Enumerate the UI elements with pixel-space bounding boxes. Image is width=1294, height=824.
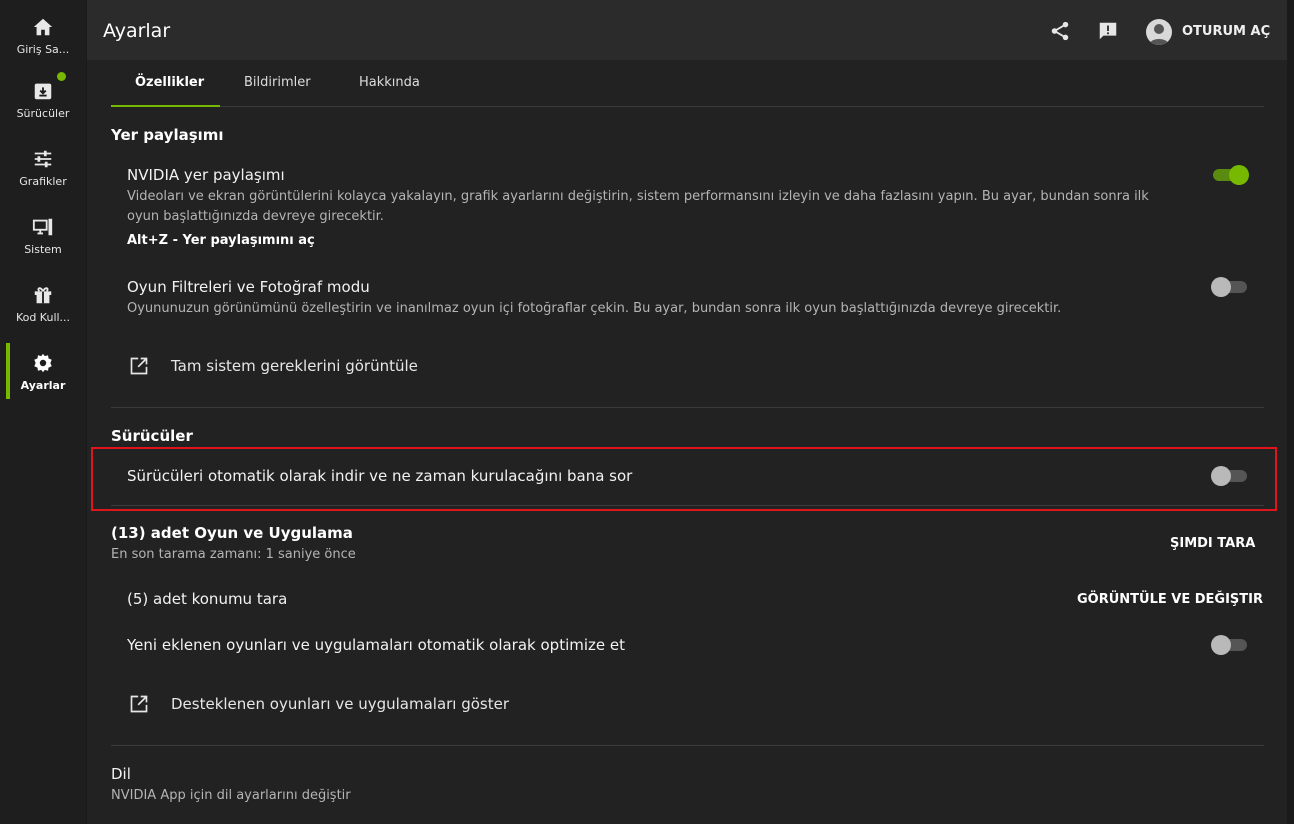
top-bar: Ayarlar OTURUM AÇ	[87, 0, 1287, 60]
sidebar-item-redeem[interactable]: Kod Kull...	[0, 274, 86, 334]
language-desc: NVIDIA App için dil ayarlarını değiştir	[111, 788, 351, 803]
page-title: Ayarlar	[103, 20, 171, 42]
setting-title-auto-optimize: Yeni eklenen oyunları ve uygulamaları ot…	[127, 636, 626, 654]
sidebar-item-label: Sürücüler	[16, 107, 70, 120]
section-divider	[111, 407, 1264, 408]
sidebar-item-drivers[interactable]: Sürücüler	[0, 70, 86, 130]
scan-now-button[interactable]: ŞIMDI TARA	[1170, 536, 1255, 551]
game-filters-toggle[interactable]	[1211, 277, 1249, 297]
feedback-icon[interactable]	[1097, 20, 1119, 42]
avatar[interactable]	[1146, 19, 1172, 45]
sidebar-item-home[interactable]: Giriş Sa...	[0, 6, 86, 66]
share-icon[interactable]	[1049, 20, 1071, 42]
setting-title-game-filters: Oyun Filtreleri ve Fotoğraf modu	[127, 278, 370, 296]
supported-games-label: Desteklenen oyunları ve uygulamaları gös…	[171, 695, 510, 713]
gear-icon	[34, 353, 52, 373]
sidebar-item-label: Kod Kull...	[15, 311, 71, 324]
view-requirements-link[interactable]: Tam sistem gereklerini görüntüle	[129, 356, 418, 376]
sidebar-item-label: Grafikler	[19, 175, 67, 188]
setting-desc-nvidia-overlay: Videoları ve ekran görüntülerini kolayca…	[127, 189, 1149, 204]
setting-desc-game-filters: Oyununuzun görünümünü özelleştirin ve in…	[127, 301, 1062, 316]
tab-bar: Özellikler Bildirimler Hakkında	[111, 60, 1264, 107]
overlay-shortcut-hint: Alt+Z - Yer paylaşımını aç	[127, 233, 315, 248]
view-requirements-label: Tam sistem gereklerini görüntüle	[171, 357, 418, 375]
active-tab-indicator	[111, 105, 220, 107]
driver-download-icon	[34, 83, 52, 100]
auto-optimize-toggle[interactable]	[1211, 635, 1249, 655]
setting-desc-nvidia-overlay-line2: oyun başlattığınızda devreye girecektir.	[127, 209, 384, 224]
section-title-language: Dil	[111, 765, 131, 783]
supported-games-link[interactable]: Desteklenen oyunları ve uygulamaları gös…	[129, 694, 509, 714]
tab-notifications[interactable]: Bildirimler	[244, 75, 311, 90]
gift-icon	[34, 287, 52, 304]
last-scan-time: En son tarama zamanı: 1 saniye önce	[111, 547, 356, 562]
nvidia-overlay-toggle[interactable]	[1211, 165, 1249, 185]
sidebar-item-settings[interactable]: Ayarlar	[0, 342, 86, 402]
login-button[interactable]: OTURUM AÇ	[1182, 24, 1270, 39]
sidebar: Giriş Sa... Sürücüler Grafikler Sistem K…	[0, 0, 86, 824]
scan-locations-label: (5) adet konumu tara	[127, 590, 288, 608]
sidebar-item-system[interactable]: Sistem	[0, 206, 86, 266]
section-title-overlay: Yer paylaşımı	[111, 126, 224, 144]
sliders-icon	[34, 150, 52, 168]
user-icon	[1149, 24, 1169, 45]
sidebar-item-graphics[interactable]: Grafikler	[0, 138, 86, 198]
home-icon	[33, 18, 53, 36]
sidebar-item-label: Giriş Sa...	[16, 43, 70, 56]
highlight-box	[91, 447, 1277, 511]
sidebar-item-label: Ayarlar	[20, 379, 66, 392]
section-title-drivers: Sürücüler	[111, 427, 193, 445]
external-link-icon	[130, 695, 148, 713]
external-link-icon	[130, 357, 148, 375]
tab-about[interactable]: Hakkında	[359, 75, 420, 90]
view-change-button[interactable]: GÖRÜNTÜLE VE DEĞIŞTIR	[1077, 592, 1263, 607]
section-title-games: (13) adet Oyun ve Uygulama	[111, 524, 353, 542]
setting-title-nvidia-overlay: NVIDIA yer paylaşımı	[127, 166, 285, 184]
settings-panel: Ayarlar OTURUM AÇ Özellikler Bildirimler…	[87, 0, 1287, 824]
section-divider	[111, 745, 1264, 746]
tab-features[interactable]: Özellikler	[135, 75, 204, 90]
sidebar-item-label: Sistem	[24, 243, 62, 256]
monitor-icon	[32, 218, 53, 236]
